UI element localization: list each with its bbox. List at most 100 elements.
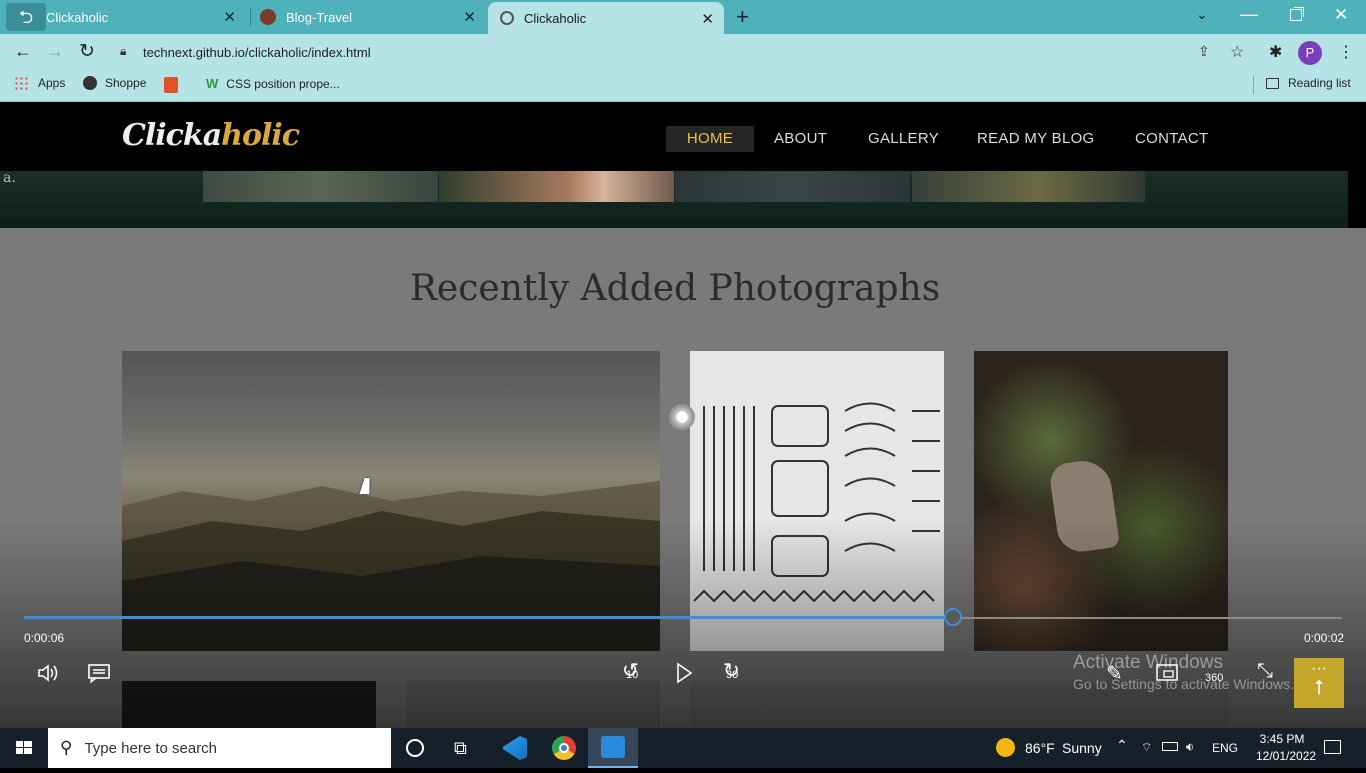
reading-list[interactable]: Reading list bbox=[1266, 76, 1351, 90]
scroll-top-arrow-icon: ⭡ bbox=[1314, 677, 1324, 699]
banner-thumb-1[interactable] bbox=[203, 171, 438, 202]
tab-title: Blog-Travel bbox=[286, 9, 352, 25]
loading-dot bbox=[669, 404, 695, 430]
network-icon[interactable]: ⌔ bbox=[1141, 740, 1152, 755]
w3-icon: W bbox=[206, 76, 219, 91]
back-tab-icon[interactable]: ⮌ bbox=[6, 3, 46, 31]
globe-icon bbox=[83, 76, 97, 90]
taskbar-search[interactable]: ⚲ Type here to search bbox=[48, 728, 391, 768]
tab-title: Clickaholic bbox=[46, 9, 109, 25]
tab-blog-travel[interactable]: Blog-Travel ✕ bbox=[252, 0, 486, 34]
bookmark-star-icon[interactable]: ☆ bbox=[1230, 42, 1244, 62]
media-player-icon bbox=[601, 736, 625, 758]
battery-icon[interactable] bbox=[1162, 742, 1178, 751]
weather-sun-icon bbox=[996, 738, 1015, 757]
windows-logo-icon bbox=[16, 741, 32, 754]
bookmarks-divider bbox=[1253, 76, 1254, 94]
bookmark-label: CSS position prope... bbox=[226, 76, 340, 91]
reload-icon[interactable]: ↻ bbox=[79, 40, 95, 63]
clock-time: 3:45 PM bbox=[1259, 732, 1305, 746]
banner-thumb-2[interactable] bbox=[439, 171, 674, 202]
apps-grid-icon bbox=[14, 76, 28, 90]
skip-back-seconds: 10 bbox=[626, 669, 639, 681]
nav-gallery[interactable]: GALLERY bbox=[860, 126, 947, 152]
share-icon[interactable]: ⇪ bbox=[1198, 43, 1210, 60]
bookmark-shoppe[interactable]: Shoppe bbox=[83, 76, 146, 90]
view-360-icon[interactable]: 360 bbox=[1205, 664, 1231, 684]
task-view-icon[interactable]: ⧉ bbox=[454, 738, 467, 759]
mini-view-shape bbox=[1156, 664, 1178, 681]
clock[interactable]: 3:45 PM 12/01/2022 bbox=[1256, 731, 1316, 765]
weather-desc[interactable]: Sunny bbox=[1062, 740, 1102, 756]
language-indicator[interactable]: ENG bbox=[1212, 741, 1238, 755]
volume-icon[interactable] bbox=[36, 661, 60, 691]
minimize-button[interactable]: — bbox=[1240, 4, 1258, 25]
site-logo[interactable]: Clickaholic bbox=[122, 118, 300, 153]
search-placeholder: Type here to search bbox=[84, 739, 218, 757]
skip-forward-icon[interactable]: ↻ 30 bbox=[721, 660, 747, 688]
notifications-icon[interactable] bbox=[1324, 740, 1341, 754]
lock-icon: 🔒︎ bbox=[120, 44, 127, 58]
banner-text-fragment: a. bbox=[3, 170, 16, 186]
chrome-icon[interactable] bbox=[552, 736, 576, 760]
tray-overflow-icon[interactable]: ⌃ bbox=[1116, 737, 1128, 754]
logo-part-1: Clicka bbox=[122, 118, 222, 153]
start-button[interactable] bbox=[0, 728, 48, 768]
banner-thumb-3[interactable] bbox=[675, 171, 910, 202]
speaker-shape bbox=[38, 664, 58, 682]
tab-clickaholic-1[interactable]: Clickaholic ✕ bbox=[46, 0, 246, 34]
play-triangle bbox=[677, 662, 693, 684]
player-overlay bbox=[0, 520, 1366, 728]
reading-list-icon bbox=[1266, 77, 1279, 89]
bookmark-apps[interactable]: Apps bbox=[14, 76, 65, 90]
caption-shape bbox=[88, 664, 110, 684]
remaining-time: 0:00:02 bbox=[1304, 631, 1345, 645]
back-icon[interactable]: ← bbox=[14, 41, 32, 62]
close-tab-icon[interactable]: ✕ bbox=[463, 8, 476, 26]
section-title: Recently Added Photographs bbox=[409, 268, 941, 309]
nav-home[interactable]: HOME bbox=[666, 126, 754, 152]
more-dots-icon: ··· bbox=[1311, 660, 1327, 677]
seek-progress bbox=[24, 616, 953, 619]
extensions-icon[interactable]: ✱ bbox=[1269, 42, 1282, 62]
cortana-icon[interactable] bbox=[406, 739, 424, 757]
view-360-label: 360 bbox=[1205, 672, 1224, 684]
close-tab-icon[interactable]: ✕ bbox=[223, 8, 236, 26]
profile-avatar[interactable]: P bbox=[1298, 41, 1322, 65]
seek-thumb[interactable] bbox=[944, 608, 962, 626]
play-icon[interactable] bbox=[674, 662, 694, 690]
speaker-icon[interactable]: 🔉︎ bbox=[1186, 739, 1194, 755]
weather-temp[interactable]: 86°F bbox=[1025, 740, 1055, 756]
restore-button[interactable] bbox=[1290, 9, 1302, 21]
banner-thumb-4[interactable] bbox=[912, 171, 1145, 202]
site-favicon-icon bbox=[260, 9, 276, 25]
nav-blog[interactable]: READ MY BLOG bbox=[969, 126, 1103, 152]
chrome-center bbox=[559, 743, 569, 753]
bookmark-label: Shoppe bbox=[105, 76, 147, 90]
new-tab-button[interactable]: + bbox=[736, 4, 749, 30]
forward-icon[interactable]: → bbox=[46, 41, 64, 62]
draw-pencil-icon[interactable]: ✎ bbox=[1106, 661, 1123, 686]
tab-search-icon[interactable]: ⌄ bbox=[1196, 6, 1208, 23]
exit-fullscreen-icon[interactable]: ⤡ bbox=[1257, 660, 1273, 683]
elapsed-time: 0:00:06 bbox=[24, 631, 65, 645]
captions-icon[interactable] bbox=[88, 663, 110, 689]
nav-contact[interactable]: CONTACT bbox=[1127, 126, 1216, 152]
shopping-bag-icon[interactable] bbox=[164, 77, 178, 93]
tab-clickaholic-active[interactable]: Clickaholic ✕ bbox=[488, 2, 724, 34]
skip-forward-seconds: 30 bbox=[726, 669, 739, 681]
menu-kebab-icon[interactable]: ⋮ bbox=[1338, 42, 1354, 62]
skip-back-icon[interactable]: ↺ 10 bbox=[620, 660, 646, 688]
mini-view-icon[interactable] bbox=[1156, 664, 1178, 688]
tab-divider bbox=[250, 8, 251, 26]
close-tab-icon[interactable]: ✕ bbox=[701, 10, 714, 28]
more-options-button[interactable]: ··· ⭡ bbox=[1294, 658, 1344, 708]
nav-about[interactable]: ABOUT bbox=[766, 126, 835, 152]
bookmark-css-position[interactable]: W CSS position prope... bbox=[206, 76, 340, 91]
address-bar[interactable]: 🔒︎ technext.github.io/clickaholic/index.… bbox=[110, 39, 1260, 66]
close-window-button[interactable]: ✕ bbox=[1334, 5, 1348, 25]
logo-part-2: holic bbox=[221, 118, 300, 153]
bookmark-label: Apps bbox=[38, 76, 66, 90]
search-icon: ⚲ bbox=[60, 738, 73, 757]
media-player-taskbar-button[interactable] bbox=[588, 728, 638, 768]
